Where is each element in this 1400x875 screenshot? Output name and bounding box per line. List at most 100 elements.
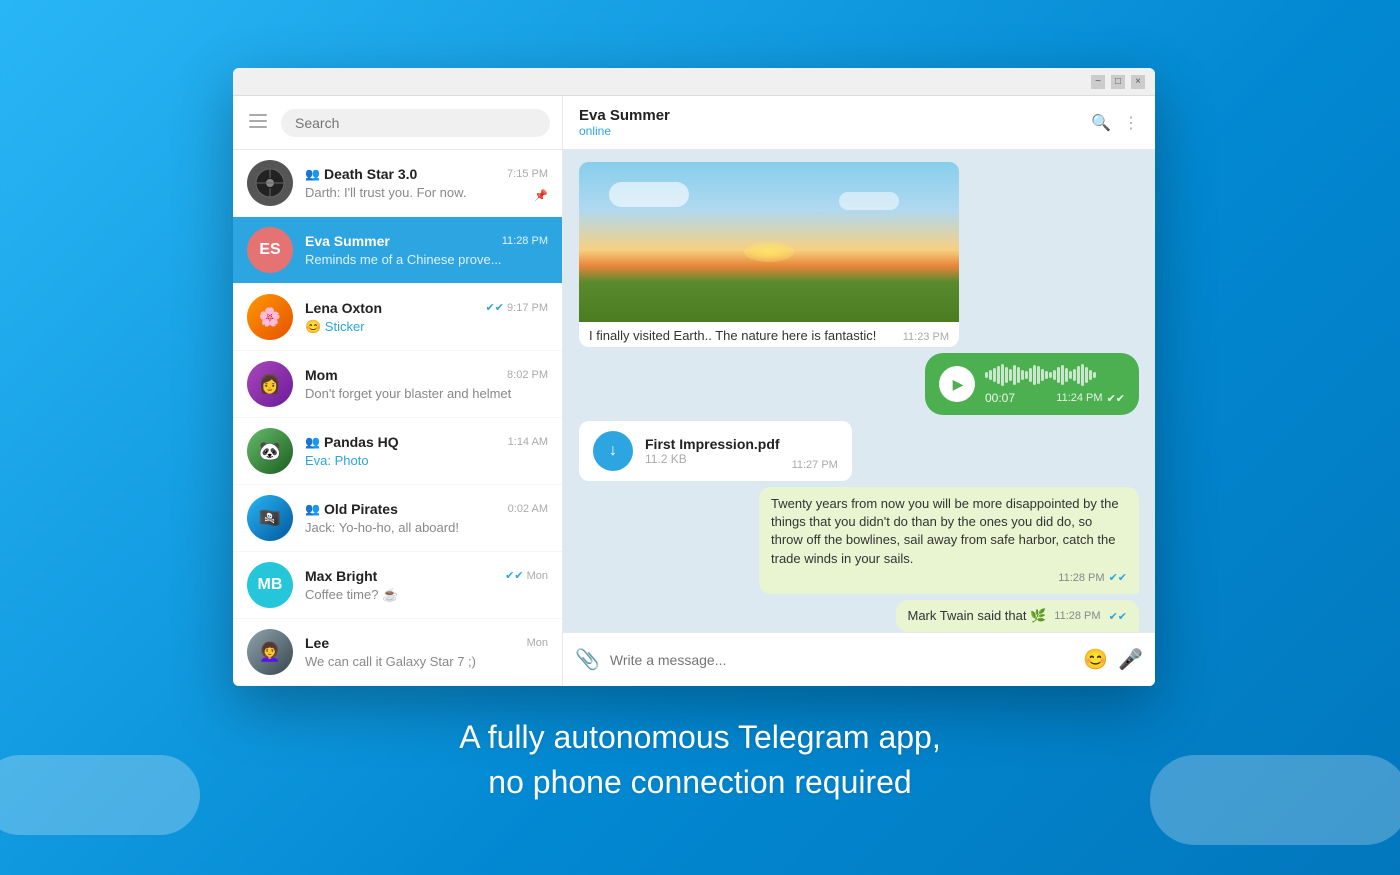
group-icon-pandas: 👥	[305, 435, 320, 449]
message-text-long: Twenty years from now you will be more d…	[759, 487, 1139, 594]
chat-item-pirates[interactable]: 🏴‍☠️ 👥 Old Pirates 0:02 AM Jack: Yo-ho-h…	[233, 485, 562, 552]
file-size: 11.2 KB	[645, 452, 780, 466]
avatar-max: MB	[247, 562, 293, 608]
chat-item-eva-summer[interactable]: ES Eva Summer 11:28 PM Reminds me of a C…	[233, 217, 562, 284]
wave-bar	[1049, 372, 1052, 378]
chat-name-row-lena: Lena Oxton ✔✔ 9:17 PM	[305, 300, 548, 316]
wave-bar	[1029, 368, 1032, 382]
wave-bar	[1001, 364, 1004, 386]
close-button[interactable]: ×	[1131, 75, 1145, 89]
message-input[interactable]	[610, 652, 1073, 668]
chat-info-eva-summer: Eva Summer 11:28 PM Reminds me of a Chin…	[305, 233, 548, 267]
wave-bar	[1037, 366, 1040, 384]
group-icon-pirates: 👥	[305, 502, 320, 516]
chat-preview: Darth: I'll trust you. For now.	[305, 185, 548, 200]
avatar-eva-summer: ES	[247, 227, 293, 273]
chat-name: 👥 Death Star 3.0	[305, 166, 417, 182]
maximize-button[interactable]: □	[1111, 75, 1125, 89]
wave-bar	[1085, 367, 1088, 383]
chat-header-name: Eva Summer	[579, 107, 1091, 124]
chat-name-max: Max Bright	[305, 568, 377, 584]
message-footer: 11:28 PM ✔✔	[771, 571, 1127, 586]
chat-time-eva: 11:28 PM	[502, 235, 548, 247]
play-button[interactable]: ▶	[939, 366, 975, 402]
chat-name-pirates: 👥 Old Pirates	[305, 501, 398, 517]
chat-header-status: online	[579, 124, 1091, 138]
chat-name-row: 👥 Death Star 3.0 7:15 PM	[305, 166, 548, 182]
wave-bar	[1061, 365, 1064, 385]
title-bar: − □ ×	[233, 68, 1155, 96]
chat-item-max[interactable]: MB Max Bright ✔✔ Mon Coffee time? ☕	[233, 552, 562, 619]
chat-preview-max: Coffee time? ☕	[305, 587, 548, 603]
wave-bar	[1069, 371, 1072, 379]
tagline-line1: A fully autonomous Telegram app,	[0, 715, 1400, 760]
chat-list: 👥 Death Star 3.0 7:15 PM Darth: I'll tru…	[233, 150, 562, 686]
chat-name-lena: Lena Oxton	[305, 300, 382, 316]
more-options-button[interactable]: ⋮	[1123, 113, 1139, 133]
short-message-text: Mark Twain said that 🌿	[908, 608, 1047, 624]
wave-bar	[993, 368, 996, 382]
pin-icon: 📌	[534, 189, 548, 202]
wave-bar	[1081, 364, 1084, 386]
message-time: 11:28 PM	[1058, 571, 1104, 586]
wave-bar	[1045, 371, 1048, 379]
chat-preview-eva: Reminds me of a Chinese prove...	[305, 252, 548, 267]
chat-item-death-star[interactable]: 👥 Death Star 3.0 7:15 PM Darth: I'll tru…	[233, 150, 562, 217]
chat-header-actions: 🔍 ⋮	[1091, 113, 1139, 133]
chat-preview-lee: We can call it Galaxy Star 7 ;)	[305, 654, 548, 669]
chat-preview-pandas: Eva: Photo	[305, 453, 548, 468]
app-window: − □ ×	[233, 68, 1155, 686]
voice-time-row: 11:24 PM ✔✔	[1056, 392, 1125, 405]
voice-footer: 00:07 11:24 PM ✔✔	[985, 391, 1125, 405]
avatar-mom: 👩	[247, 361, 293, 407]
wave-bar	[1073, 369, 1076, 381]
chat-item-lee[interactable]: 👩‍🦱 Lee Mon We can call it Galaxy Star 7…	[233, 619, 562, 686]
photo-caption-text: I finally visited Earth.. The nature her…	[589, 328, 876, 343]
wave-bar	[1013, 365, 1016, 385]
message-short: Mark Twain said that 🌿 11:28 PM ✔✔	[896, 600, 1140, 632]
waveform	[985, 363, 1125, 387]
search-chat-button[interactable]: 🔍	[1091, 113, 1111, 133]
wave-bar	[1065, 368, 1068, 382]
attach-button[interactable]: 📎	[575, 647, 600, 672]
chat-item-mom[interactable]: 👩 Mom 8:02 PM Don't forget your blaster …	[233, 351, 562, 418]
voice-time: 11:24 PM	[1056, 392, 1102, 404]
wave-bar	[1021, 370, 1024, 380]
sidebar-header	[233, 96, 562, 150]
photo-caption: I finally visited Earth.. The nature her…	[579, 322, 959, 347]
emoji-button[interactable]: 😊	[1083, 647, 1108, 672]
file-info: First Impression.pdf 11.2 KB	[645, 436, 780, 466]
chat-item-pandas[interactable]: 🐼 👥 Pandas HQ 1:14 AM Eva: Photo	[233, 418, 562, 485]
chat-preview-pirates: Jack: Yo-ho-ho, all aboard!	[305, 520, 548, 535]
minimize-button[interactable]: −	[1091, 75, 1105, 89]
wave-bar	[1017, 367, 1020, 383]
hamburger-button[interactable]	[245, 110, 271, 135]
microphone-button[interactable]: 🎤	[1118, 647, 1143, 672]
wave-bar	[1005, 367, 1008, 383]
wave-bar	[1089, 370, 1092, 380]
wave-bar	[1041, 369, 1044, 381]
chat-name-pandas: 👥 Pandas HQ	[305, 434, 399, 450]
avatar-pirates: 🏴‍☠️	[247, 495, 293, 541]
voice-content: 00:07 11:24 PM ✔✔	[985, 363, 1125, 405]
file-download-button[interactable]: ↓	[593, 431, 633, 471]
avatar-lee: 👩‍🦱	[247, 629, 293, 675]
chat-time-mom: 8:02 PM	[507, 369, 548, 381]
wave-bar	[1077, 366, 1080, 384]
download-icon: ↓	[609, 442, 617, 460]
chat-name-row-max: Max Bright ✔✔ Mon	[305, 568, 548, 584]
message-input-area: 📎 😊 🎤	[563, 632, 1155, 686]
photo-time: 11:23 PM	[903, 331, 949, 343]
chat-info-lee: Lee Mon We can call it Galaxy Star 7 ;)	[305, 635, 548, 669]
chat-preview-lena: 😊 Sticker	[305, 319, 548, 335]
chat-item-lena[interactable]: 🌸 Lena Oxton ✔✔ 9:17 PM 😊 Sticker	[233, 284, 562, 351]
play-icon: ▶	[953, 376, 964, 393]
file-name: First Impression.pdf	[645, 436, 780, 452]
voice-check: ✔✔	[1107, 392, 1125, 405]
wave-bar	[1033, 365, 1036, 385]
search-input[interactable]	[281, 109, 550, 137]
chat-name-row-mom: Mom 8:02 PM	[305, 367, 548, 383]
wave-bar	[1009, 369, 1012, 381]
chat-name-row-pirates: 👥 Old Pirates 0:02 AM	[305, 501, 548, 517]
wave-bar	[1093, 372, 1096, 378]
